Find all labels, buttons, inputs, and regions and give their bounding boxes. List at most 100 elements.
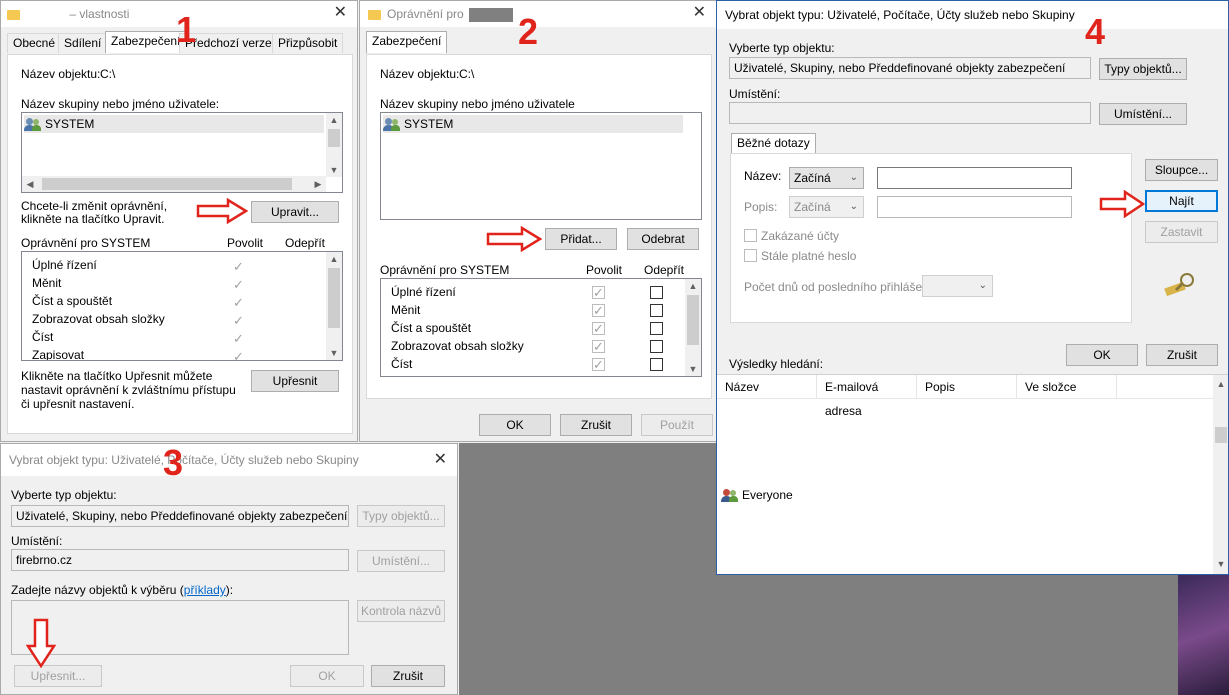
disabled-accounts-checkbox[interactable] [744,229,757,242]
description-operator-select[interactable]: Začíná ⌄ [789,196,864,218]
apply-button[interactable]: Použít [641,414,713,436]
close-icon[interactable]: ✕ [693,5,706,21]
examples-link[interactable]: příklady [184,583,226,597]
vertical-scrollbar[interactable]: ▲ ▼ [326,113,342,177]
check-icon: ✓ [233,295,244,310]
scroll-up-icon[interactable]: ▲ [1213,377,1228,391]
window-title: Vybrat objekt typu: Uživatelé, Počítače,… [9,453,359,467]
deny-checkbox[interactable] [650,286,663,299]
cancel-button[interactable]: Zrušit [1146,344,1218,366]
advanced-hint: Klikněte na tlačítko Upřesnit můžete nas… [21,369,236,411]
days-since-logon-select[interactable]: ⌄ [922,275,993,297]
description-input[interactable] [877,196,1072,218]
cancel-button[interactable]: Zrušit [560,414,632,436]
allow-checkbox[interactable]: ✓ [592,340,605,353]
allow-checkbox[interactable]: ✓ [592,358,605,371]
common-queries-panel: Název: Začíná ⌄ Popis: Začíná ⌄ Zakázané ú… [730,153,1132,323]
remove-button[interactable]: Odebrat [627,228,699,250]
users-icon [24,117,42,132]
deny-checkbox[interactable] [650,304,663,317]
scroll-down-icon[interactable]: ▼ [685,362,701,376]
ok-button[interactable]: OK [479,414,551,436]
object-type-label: Vyberte typ objektu: [729,41,835,55]
chevron-down-icon: ⌄ [849,201,858,212]
locations-button[interactable]: Umístění... [357,550,445,572]
scroll-down-icon[interactable]: ▼ [1213,557,1228,571]
scroll-left-icon[interactable]: ◀ [22,177,38,191]
wallpaper-corner [1178,575,1229,695]
tab-security[interactable]: Zabezpečení [366,31,448,53]
check-names-button[interactable]: Kontrola názvů [357,600,445,622]
name-input[interactable] [877,167,1072,189]
table-row[interactable]: Everyone [721,486,793,504]
vertical-scrollbar[interactable]: ▲ ▼ [326,252,342,360]
select-object-window-basic: Vybrat objekt typu: Uživatelé, Počítače,… [0,443,458,695]
stop-button[interactable]: Zastavit [1145,221,1218,243]
locations-button[interactable]: Umístění... [1099,103,1187,125]
column-header[interactable]: Popis [917,375,1017,399]
names-label: Zadejte názvy objektů k výběru (příklady… [11,583,234,597]
description-label: Popis: [744,200,778,214]
close-icon[interactable]: ✕ [334,5,347,21]
add-button[interactable]: Přidat... [545,228,617,250]
group-list[interactable]: SYSTEM [380,112,702,220]
step-number-1: 1 [176,9,197,50]
deny-checkbox[interactable] [650,322,663,335]
tab-common-queries[interactable]: Běžné dotazy [731,133,816,154]
name-operator-select[interactable]: Začíná ⌄ [789,167,864,189]
list-item[interactable]: SYSTEM [383,115,683,133]
group-list[interactable]: SYSTEM ▲ ▼ ◀ ▶ [21,112,343,193]
users-icon [383,117,401,132]
allow-checkbox[interactable]: ✓ [592,322,605,335]
deny-checkbox[interactable] [650,358,663,371]
scroll-up-icon[interactable]: ▲ [685,279,701,293]
column-header[interactable]: Ve složce [1017,375,1117,399]
scroll-up-icon[interactable]: ▲ [326,252,342,266]
object-types-button[interactable]: Typy objektů... [1099,58,1187,80]
object-type-label: Vyberte typ objektu: [11,488,117,502]
perm-row: Měnit [32,276,62,290]
deny-column: Odepřít [285,236,326,250]
ok-button[interactable]: OK [290,665,364,687]
results-header: Název E-mailová adresa Popis Ve složce [717,375,1213,418]
window-title: Vybrat objekt typu: Uživatelé, Počítače,… [725,8,1075,22]
ok-button[interactable]: OK [1066,344,1138,366]
perm-row: Číst [391,357,413,371]
vertical-scrollbar[interactable]: ▲ ▼ [1213,375,1228,574]
select-object-window-advanced: Vybrat objekt typu: Uživatelé, Počítače,… [716,0,1229,575]
find-button[interactable]: Najít [1145,190,1218,212]
perm-row: Zobrazovat obsah složky [32,312,165,326]
object-types-button[interactable]: Typy objektů... [357,505,445,527]
cancel-button[interactable]: Zrušit [371,665,445,687]
permission-list: Úplné řízení Měnit Číst a spouštět Zobra… [21,251,343,361]
horizontal-scrollbar[interactable]: ◀ ▶ [22,176,326,192]
redacted-block [469,7,514,22]
non-expiring-label: Stále platné heslo [761,249,857,263]
vertical-scrollbar[interactable]: ▲ ▼ [685,279,701,376]
tab-customize[interactable]: Přizpůsobit [272,33,344,53]
tab-sharing[interactable]: Sdílení [58,33,108,53]
scroll-down-icon[interactable]: ▼ [326,163,342,177]
column-header[interactable]: Název [717,375,817,399]
non-expiring-checkbox[interactable] [744,249,757,262]
scroll-right-icon[interactable]: ▶ [310,177,326,191]
deny-checkbox[interactable] [650,340,663,353]
close-icon[interactable]: ✕ [434,452,447,468]
folder-icon [7,9,20,20]
tab-security[interactable]: Zabezpečení [105,31,187,53]
column-header[interactable]: E-mailová adresa [817,375,917,418]
object-names-input[interactable] [11,600,349,655]
advanced-button[interactable]: Upřesnit... [14,665,102,687]
allow-checkbox[interactable]: ✓ [592,304,605,317]
group-label: Název skupiny nebo jméno uživatele: [21,97,220,111]
days-since-logon-label: Počet dnů od posledního přihlášení: [744,280,936,294]
advanced-button[interactable]: Upřesnit [251,370,339,392]
edit-button[interactable]: Upravit... [251,201,339,223]
allow-checkbox[interactable]: ✓ [592,286,605,299]
columns-button[interactable]: Sloupce... [1145,159,1218,181]
scroll-down-icon[interactable]: ▼ [326,346,342,360]
scroll-up-icon[interactable]: ▲ [326,113,342,127]
location-field: firebrno.cz [11,549,349,571]
tab-general[interactable]: Obecné [7,33,62,53]
list-item[interactable]: SYSTEM [24,115,324,133]
